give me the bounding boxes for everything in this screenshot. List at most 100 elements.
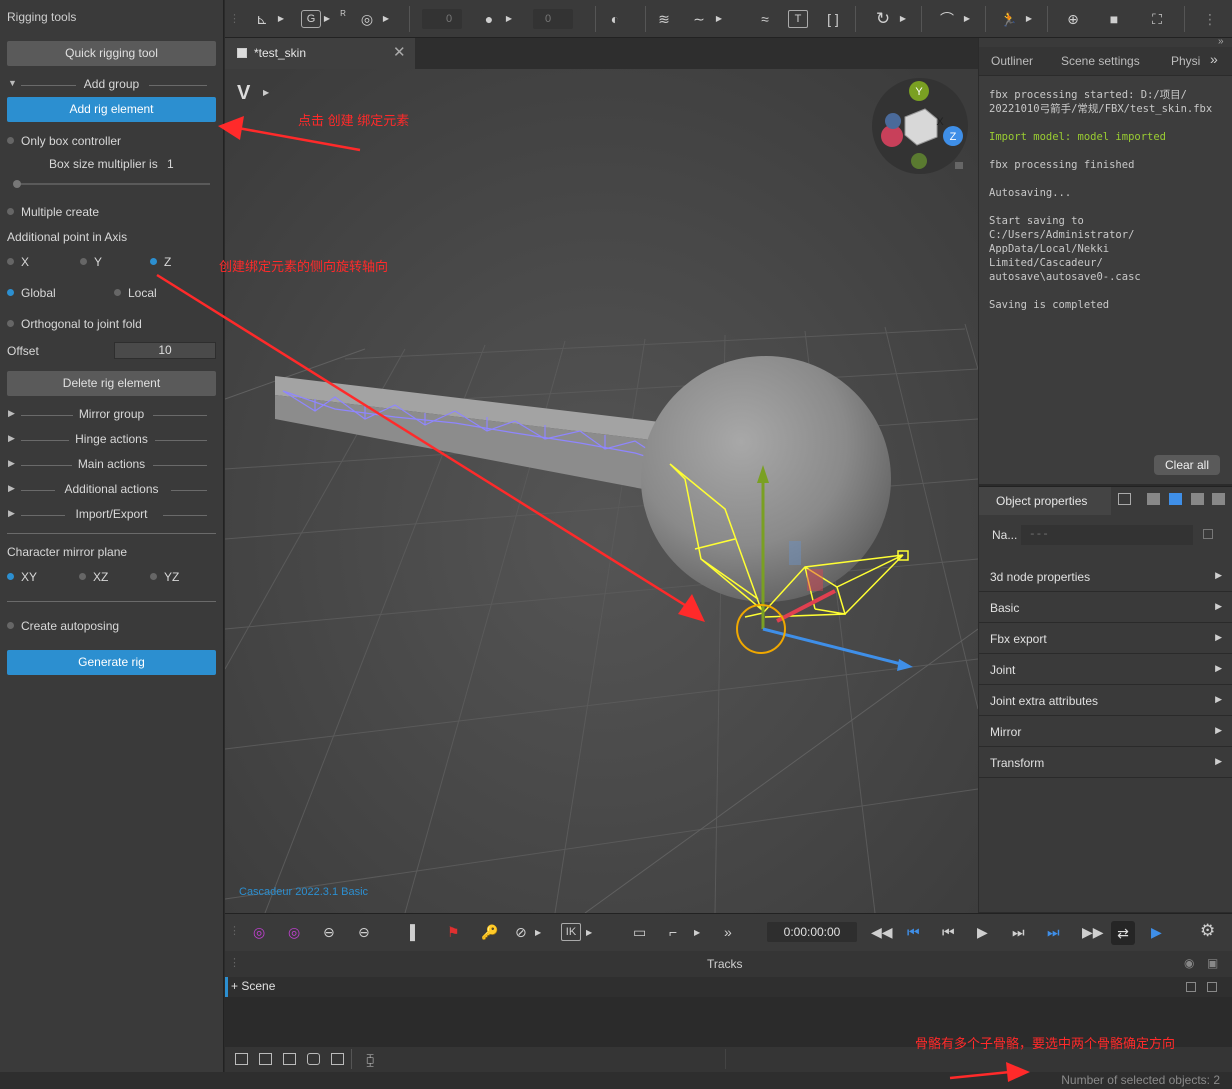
key-rotation-icon[interactable]: ◎ [288, 924, 300, 941]
plane-yz-radio[interactable]: YZ [150, 570, 179, 584]
name-input[interactable] [1021, 525, 1193, 545]
prev-frame-icon[interactable]: ⏮ [942, 924, 955, 941]
tab-physics[interactable]: Physi [1171, 54, 1200, 68]
global-space-icon[interactable]: G [301, 10, 321, 28]
dropdown-arrow-icon[interactable]: ▶ [715, 9, 723, 29]
layout-icon[interactable] [259, 1053, 272, 1065]
text-tool-icon[interactable]: T [788, 10, 808, 28]
copy-icon[interactable] [1203, 529, 1213, 539]
time-input[interactable]: 0:00:00:00 [767, 922, 857, 942]
wave-tool-icon[interactable]: ∼ [688, 9, 710, 29]
global-radio[interactable]: Global [7, 286, 56, 300]
lock-icon[interactable] [955, 162, 963, 169]
blob-tool-icon[interactable]: ◐ [604, 9, 626, 29]
tab-scene-settings[interactable]: Scene settings [1061, 54, 1140, 68]
layout-icon[interactable] [235, 1053, 248, 1065]
dropdown-arrow-icon[interactable]: ▶ [323, 9, 331, 29]
more-tabs-icon[interactable]: » [1210, 51, 1218, 67]
prop-fbx-export[interactable]: Fbx export ▶ [979, 623, 1232, 654]
visibility-checkbox[interactable] [1186, 982, 1196, 992]
dropdown-arrow-icon[interactable]: ▶ [277, 9, 285, 29]
prop-transform[interactable]: Transform ▶ [979, 747, 1232, 778]
panel-icon[interactable] [1118, 493, 1131, 505]
prop-basic[interactable]: Basic ▶ [979, 592, 1232, 623]
camera-icon[interactable]: ■ [1103, 9, 1125, 29]
prop-joint[interactable]: Joint ▶ [979, 654, 1232, 685]
field-one-input[interactable]: 0 [422, 9, 462, 29]
mirror-group-header[interactable]: ▶ Mirror group [7, 407, 216, 423]
main-actions-header[interactable]: ▶ Main actions [7, 457, 216, 473]
scene-track-row[interactable]: + Scene [225, 977, 1232, 997]
dropdown-arrow-icon[interactable]: ▶ [263, 88, 270, 97]
additional-actions-header[interactable]: ▶ Additional actions [7, 482, 216, 498]
slider-handle[interactable] [13, 180, 21, 188]
key-loop-icon[interactable]: ⊖ [358, 924, 370, 941]
axes-tool-icon[interactable]: ⊾ [251, 9, 273, 29]
text-icon[interactable] [1191, 493, 1204, 505]
toolbar-more-icon[interactable]: ⋮ [1200, 9, 1220, 29]
lock-icon[interactable]: ▣ [1207, 956, 1218, 970]
ik-toggle[interactable]: IK [561, 923, 581, 941]
go-start-icon[interactable]: ⏮ [907, 924, 920, 941]
prop-mirror[interactable]: Mirror ▶ [979, 716, 1232, 747]
dot-tool-icon[interactable]: ● [482, 9, 496, 29]
create-autoposing-checkbox[interactable]: Create autoposing [7, 619, 119, 633]
color-icon[interactable] [1169, 493, 1182, 505]
prop-joint-extra[interactable]: Joint extra attributes ▶ [979, 685, 1232, 716]
gear-icon[interactable]: ⚙ [1200, 921, 1215, 941]
key-interval-icon[interactable]: ◎ [253, 924, 265, 941]
tab-outliner[interactable]: Outliner [991, 54, 1033, 68]
layout-icon[interactable] [331, 1053, 344, 1065]
fast-forward-icon[interactable]: ▶▶ [1082, 924, 1104, 941]
plane-xy-radio[interactable]: XY [7, 570, 37, 584]
multiple-create-checkbox[interactable]: Multiple create [7, 205, 99, 219]
dropdown-arrow-icon[interactable]: ▶ [586, 928, 592, 937]
dropdown-arrow-icon[interactable]: ▶ [694, 928, 700, 937]
orthogonal-checkbox[interactable]: Orthogonal to joint fold [7, 317, 142, 331]
grid-icon[interactable] [1147, 493, 1160, 505]
frame-select-icon[interactable]: ▭ [633, 924, 646, 941]
next-frame-icon[interactable]: ⏭ [1012, 924, 1025, 941]
lock-checkbox[interactable] [1207, 982, 1217, 992]
dropdown-arrow-icon[interactable]: ▶ [535, 928, 541, 937]
import-export-header[interactable]: ▶ Import/Export [7, 507, 216, 523]
interpolate-tool-icon[interactable]: ≈ [754, 9, 776, 29]
forbid-icon[interactable]: ⊘ [515, 924, 527, 941]
flag-icon[interactable]: ⚑ [447, 924, 460, 941]
split-icon[interactable]: ▌ [410, 924, 420, 940]
layout-icon[interactable] [283, 1053, 296, 1065]
prop-3d-node[interactable]: 3d node properties ▶ [979, 561, 1232, 592]
arc-tool-icon[interactable]: ⌒ [936, 9, 958, 29]
add-rig-element-button[interactable]: Add rig element [7, 97, 216, 122]
axis-z-radio[interactable]: Z [150, 255, 171, 269]
rotation-tool-icon[interactable]: ↻ [872, 9, 894, 29]
plane-xz-radio[interactable]: XZ [79, 570, 108, 584]
rewind-icon[interactable]: ◀◀ [871, 924, 893, 941]
axis-y-radio[interactable]: Y [80, 255, 102, 269]
frame-icon[interactable]: ⛶ [1146, 9, 1168, 29]
split-track-icon[interactable]: ⧮ [366, 1052, 374, 1068]
more-icon[interactable]: » [724, 924, 732, 940]
spiral-tool-icon[interactable]: ◎ [356, 9, 378, 29]
quick-rigging-tool-button[interactable]: Quick rigging tool [7, 41, 216, 66]
interpolation-icon[interactable]: ⌐ [669, 924, 677, 940]
play-settings-icon[interactable]: ▶ [1151, 924, 1162, 941]
dropdown-arrow-icon[interactable]: ▶ [963, 9, 971, 29]
crosshair-icon[interactable]: ⊕ [1062, 9, 1084, 29]
tab-test-skin[interactable]: *test_skin ✕ [225, 38, 415, 69]
clear-all-button[interactable]: Clear all [1154, 455, 1220, 475]
play-icon[interactable]: ▶ [977, 924, 988, 941]
dropdown-arrow-icon[interactable]: ▶ [1025, 9, 1033, 29]
dropdown-arrow-icon[interactable]: ▶ [899, 9, 907, 29]
loop-icon[interactable]: ⇄ [1111, 921, 1135, 945]
gizmo-neg-y-ball[interactable] [911, 153, 927, 169]
only-box-controller-checkbox[interactable]: Only box controller [7, 134, 121, 148]
hide-icon[interactable]: ◉ [1184, 956, 1194, 970]
viewport-menu-icon[interactable]: V [237, 82, 251, 104]
delete-rig-element-button[interactable]: Delete rig element [7, 371, 216, 396]
go-end-icon[interactable]: ⏭ [1047, 924, 1060, 941]
hinge-actions-header[interactable]: ▶ Hinge actions [7, 432, 216, 448]
collapse-icon[interactable]: » [1218, 36, 1224, 47]
field-two-input[interactable]: 0 [533, 9, 573, 29]
running-man-icon[interactable]: 🏃 [998, 9, 1020, 29]
